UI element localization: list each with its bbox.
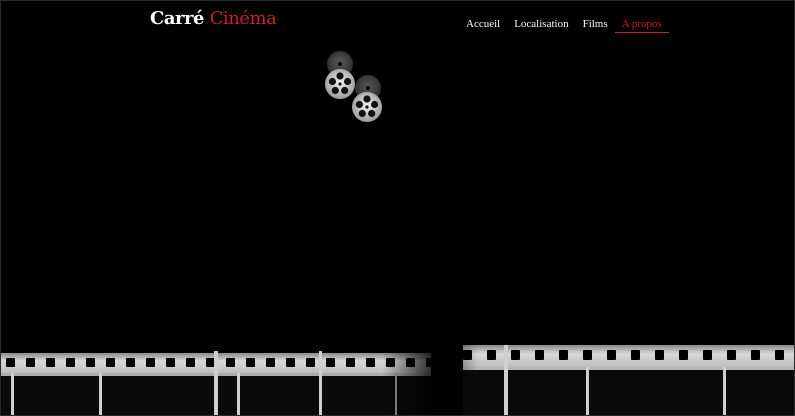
- filmstrip-icon: [1, 345, 794, 415]
- site-logo[interactable]: Carré Cinéma: [150, 8, 277, 29]
- page-frame: Carré Cinéma Accueil Localisation Films …: [0, 0, 795, 416]
- reel-front-bottom: [352, 92, 382, 122]
- film-reels-icon: [325, 51, 382, 122]
- nav-item-films[interactable]: Films: [576, 18, 615, 32]
- reel-front-top: [325, 69, 355, 99]
- main-nav: Accueil Localisation Films A propos: [459, 18, 669, 33]
- nav-item-accueil[interactable]: Accueil: [459, 18, 507, 32]
- nav-item-a-propos[interactable]: A propos: [614, 18, 669, 33]
- nav-item-localisation[interactable]: Localisation: [507, 18, 575, 32]
- logo-word-carre: Carré: [150, 8, 204, 29]
- logo-word-cinema: Cinéma: [209, 8, 277, 29]
